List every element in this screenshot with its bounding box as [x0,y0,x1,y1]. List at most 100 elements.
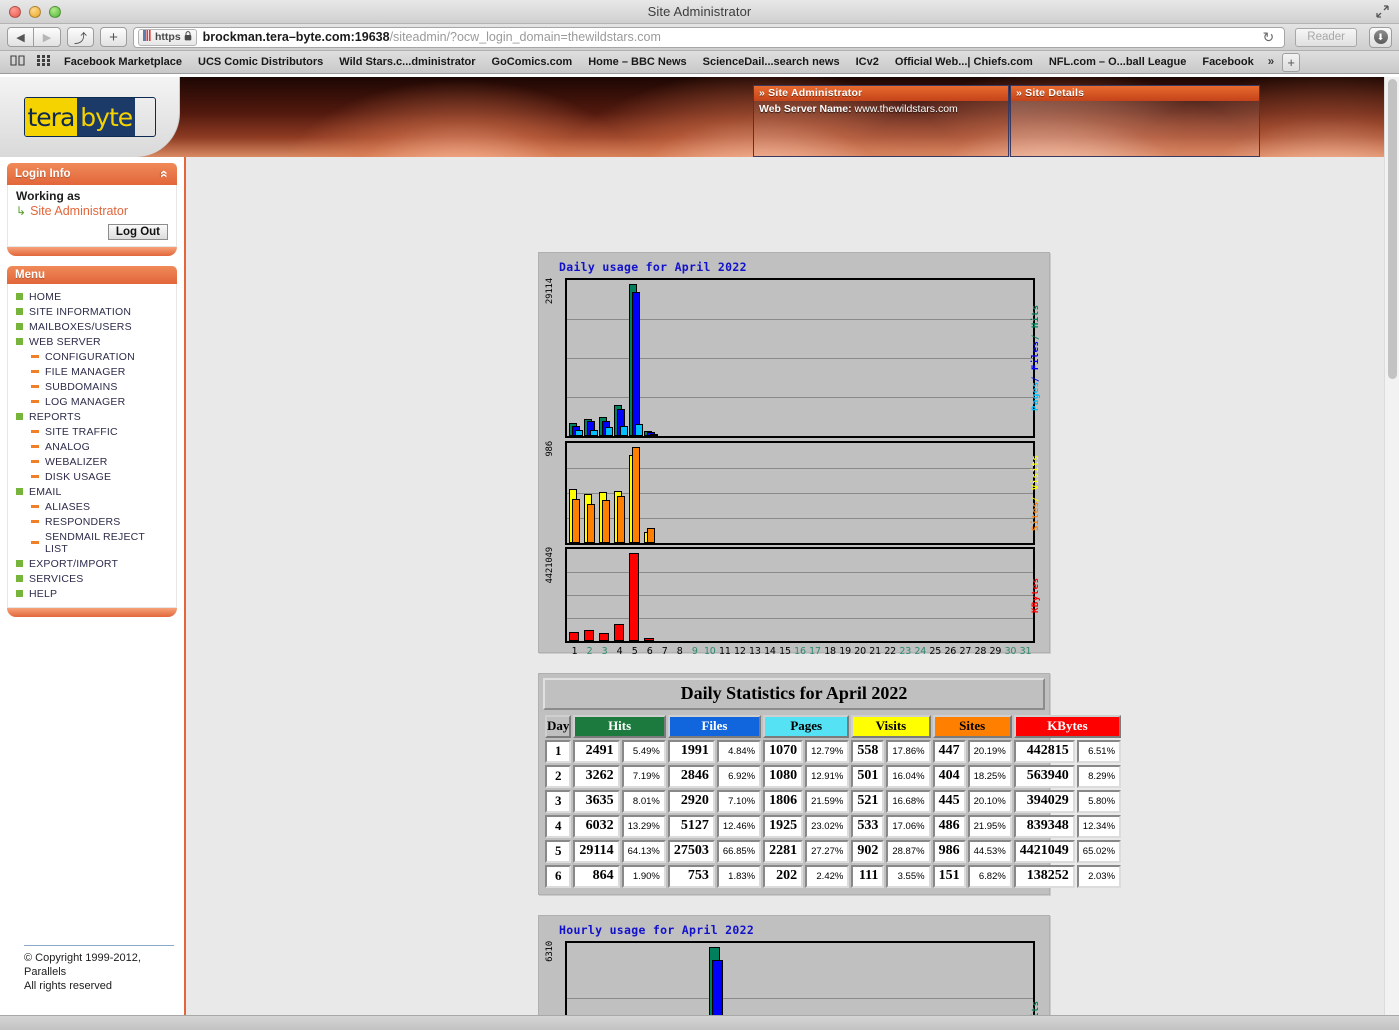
menu-item-email[interactable]: EMAIL [14,484,170,499]
menu-item-analog[interactable]: ANALOG [14,439,170,454]
menu-item-disk-usage[interactable]: DISK USAGE [14,469,170,484]
x-tick-label: 28 [974,646,987,657]
cell-pages-percent: 2.42% [805,865,850,888]
reload-icon[interactable]: ↻ [1257,29,1281,46]
cell-pages: 202 [763,865,804,888]
cell-sites-percent: 20.19% [967,740,1012,763]
menu-item-responders[interactable]: RESPONDERS [14,514,170,529]
site-details-panel-body [1011,101,1259,156]
cell-pages: 2281 [763,840,804,863]
menu-item-subdomains[interactable]: SUBDOMAINS [14,379,170,394]
x-tick-label: 30 [1004,646,1017,657]
cell-pages-percent: 21.59% [805,790,850,813]
menu-item-site-traffic[interactable]: SITE TRAFFIC [14,424,170,439]
menu-item-label: SUBDOMAINS [45,380,118,393]
cell-hits-percent: 5.49% [621,740,666,763]
y-axis-max-label: 4421049 [545,547,555,584]
share-button[interactable]: ⤴ [67,27,94,47]
square-bullet-icon [16,488,23,495]
bookmark-item[interactable]: UCS Comic Distributors [190,56,331,68]
reader-button[interactable]: Reader [1295,27,1357,47]
chevron-up-icon[interactable]: « [157,170,173,178]
hourly-usage-plot-area: 6310 Pages / Files / Hits [545,941,1043,1015]
bar-pages [620,426,628,436]
cell-hits-percent: 64.13% [621,840,666,863]
bookmark-item[interactable]: Home – BBC News [580,56,694,68]
menu-item-web-server[interactable]: WEB SERVER [14,334,170,349]
bookmark-item[interactable]: GoComics.com [484,56,581,68]
add-bookmark-button[interactable]: + [1282,52,1301,72]
menu-item-configuration[interactable]: CONFIGURATION [14,349,170,364]
bookmark-item[interactable]: Wild Stars.c...dministrator [331,56,483,68]
login-info-header: Login Info « [7,163,177,185]
top-sites-icon[interactable] [31,55,56,69]
axis-label-part: KBytes [1031,577,1041,613]
x-tick-label: 7 [661,646,668,657]
daily-statistics-table: Daily Statistics for April 2022 Day Hits F… [538,673,1122,895]
cell-files: 27503 [667,840,715,863]
copyright-line: © Copyright 1999-2012, Parallels [24,952,141,978]
webalizer-report: Daily usage for April 2022 29114 Pages / … [538,252,1122,1015]
axis-label-part: / Hits [1031,1000,1041,1015]
menu-item-file-manager[interactable]: FILE MANAGER [14,364,170,379]
menu-item-reports[interactable]: REPORTS [14,409,170,424]
menu-item-webalizer[interactable]: WEBALIZER [14,454,170,469]
fullscreen-icon[interactable] [1376,5,1389,18]
page-vertical-scrollbar[interactable] [1384,77,1399,1015]
cell-visits-percent: 3.55% [886,865,931,888]
cell-sites: 447 [932,740,966,763]
x-tick-label: 9 [691,646,698,657]
statistics-table: Day Hits Files Pages Visits Sites KBytes 1 2491… [543,713,1123,890]
bookmark-item[interactable]: ICv2 [848,56,887,68]
bar-kbytes [599,633,609,641]
bookmark-item[interactable]: Facebook [1194,56,1261,68]
menu-item-aliases[interactable]: ALIASES [14,499,170,514]
cell-visits: 558 [851,740,885,763]
bookmark-item[interactable]: Official Web...| Chiefs.com [887,56,1041,68]
window-horizontal-scrollbar[interactable] [0,1015,1399,1030]
working-as-label: Working as [16,189,81,203]
axis-label-vertical: Sites / Visits [1029,441,1043,545]
cell-visits: 501 [851,765,885,788]
cell-files: 2846 [667,765,715,788]
page-viewport: tera byte » Site Administrator Web Serve… [0,77,1399,1015]
current-role[interactable]: Site Administrator [30,204,128,218]
forward-button[interactable]: ▶ [34,27,61,47]
cell-pages: 1080 [763,765,804,788]
dash-bullet-icon [31,355,39,358]
menu-item-help[interactable]: HELP [14,586,170,601]
bookmark-item[interactable]: NFL.com – O...ball League [1041,56,1195,68]
menu-item-services[interactable]: SERVICES [14,571,170,586]
terabyte-logo[interactable]: tera byte [23,97,156,137]
cell-hits-percent: 7.19% [621,765,666,788]
bar-sites [602,500,610,543]
bookmarks-overflow-icon[interactable]: » [1262,56,1280,68]
bookmark-item[interactable]: Facebook Marketplace [56,56,190,68]
vertical-scrollbar-thumb[interactable] [1388,79,1397,379]
address-bar[interactable]: https brockman.tera–byte.com:19638 /site… [133,26,1286,48]
downloads-button[interactable]: ⬇ [1369,26,1392,48]
menu-item-mailboxes-users[interactable]: MAILBOXES/USERS [14,319,170,334]
sidebar-toggle-icon[interactable] [4,55,31,69]
menu-item-home[interactable]: HOME [14,289,170,304]
menu-item-sendmail-reject-list[interactable]: SENDMAIL REJECT LIST [14,529,170,556]
table-row: 5 29114 64.13% 27503 66.85% 2281 27.27% 902 28.8… [545,840,1122,863]
menu-item-label: SENDMAIL REJECT LIST [45,530,145,555]
log-out-button[interactable]: Log Out [107,224,168,240]
cell-hits: 6032 [573,815,620,838]
menu-item-site-information[interactable]: SITE INFORMATION [14,304,170,319]
cell-files: 1991 [667,740,715,763]
menu-item-export-import[interactable]: EXPORT/IMPORT [14,556,170,571]
back-button[interactable]: ◀ [7,27,34,47]
cell-files-percent: 4.84% [716,740,762,763]
menu-item-label: ALIASES [45,500,91,513]
window-titlebar: Site Administrator [0,0,1399,24]
menu-item-label: LOG MANAGER [45,395,126,408]
daily-usage-chart-title: Daily usage for April 2022 [559,260,747,274]
sidebar: Login Info « Working as ↳ Site Administr… [0,157,186,1015]
bookmark-item[interactable]: ScienceDail...search news [695,56,848,68]
new-tab-button[interactable]: + [100,27,127,47]
menu-item-label: DISK USAGE [45,470,112,483]
menu-item-log-manager[interactable]: LOG MANAGER [14,394,170,409]
square-bullet-icon [16,560,23,567]
